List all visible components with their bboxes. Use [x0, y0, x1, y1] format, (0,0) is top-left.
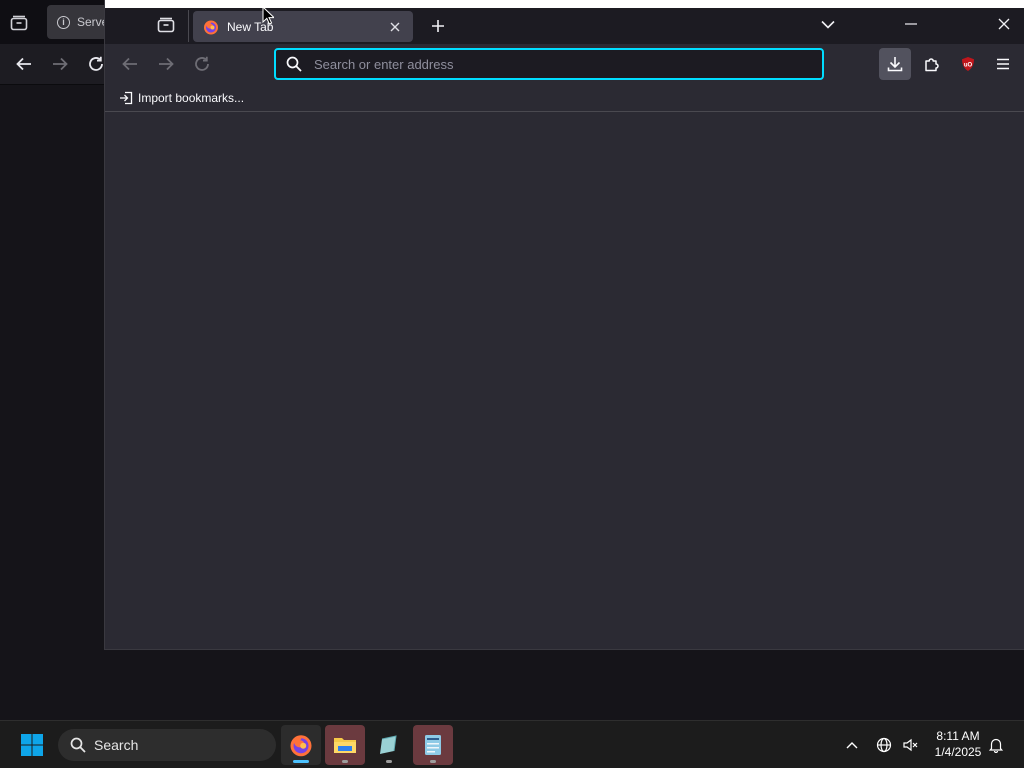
downloads-button[interactable] — [879, 48, 911, 80]
close-window-icon[interactable] — [993, 13, 1015, 35]
tab-groups-icon[interactable] — [154, 13, 178, 37]
windows-taskbar: Search 8:11 AM 1/4/2025 — [0, 720, 1024, 768]
import-bookmarks-button[interactable]: Import bookmarks... — [119, 88, 244, 108]
taskbar-dev-app[interactable] — [369, 725, 409, 765]
forward-arrow-icon[interactable] — [48, 52, 72, 76]
address-bar[interactable] — [274, 48, 824, 80]
info-icon: i — [57, 15, 70, 29]
system-clock[interactable]: 8:11 AM 1/4/2025 — [928, 728, 988, 760]
mouse-cursor-icon — [262, 6, 276, 26]
new-tab-plus-icon[interactable] — [425, 13, 451, 39]
running-app-indicator — [430, 760, 436, 763]
search-icon — [286, 56, 302, 72]
active-app-indicator — [293, 760, 309, 763]
import-icon — [119, 91, 133, 105]
back-arrow-icon[interactable] — [118, 52, 142, 76]
firefox-icon — [290, 735, 312, 757]
close-tab-icon[interactable] — [387, 19, 403, 35]
show-hidden-icons-chevron-icon[interactable] — [840, 733, 864, 757]
tab-separator — [188, 10, 189, 42]
bookmarks-toolbar: Import bookmarks... — [105, 84, 1024, 112]
reload-icon[interactable] — [190, 52, 214, 76]
tab-new-tab[interactable]: New Tab — [193, 11, 413, 42]
taskbar-search-label: Search — [94, 737, 139, 753]
foreground-browser-window: New Tab Search or enter address uO Impor… — [104, 0, 1024, 650]
tab-title: New Tab — [227, 19, 274, 34]
folder-icon — [334, 738, 356, 753]
forward-arrow-icon[interactable] — [154, 52, 178, 76]
volume-muted-icon[interactable] — [898, 733, 922, 757]
import-bookmarks-label: Import bookmarks... — [138, 91, 245, 105]
app-tile-icon — [380, 735, 397, 754]
minimize-icon[interactable] — [900, 13, 922, 35]
back-arrow-icon[interactable] — [12, 52, 36, 76]
ublock-origin-icon[interactable]: uO — [954, 50, 982, 78]
search-icon — [70, 737, 86, 753]
new-tab-page-content — [105, 113, 1024, 649]
svg-text:uO: uO — [964, 63, 973, 69]
extensions-puzzle-icon[interactable] — [918, 50, 946, 78]
taskbar-search-box[interactable]: Search — [58, 729, 276, 761]
tab-groups-icon[interactable] — [8, 12, 30, 34]
taskbar-firefox-app[interactable] — [281, 725, 321, 765]
network-globe-icon[interactable] — [872, 733, 896, 757]
list-all-tabs-chevron-icon[interactable] — [817, 13, 839, 35]
hamburger-menu-icon[interactable] — [989, 50, 1017, 78]
clock-time: 8:11 AM — [936, 729, 980, 743]
clock-date: 1/4/2025 — [934, 745, 982, 759]
notifications-bell-icon[interactable] — [984, 733, 1008, 757]
window-top-edge — [105, 0, 1024, 8]
running-app-indicator — [342, 760, 348, 763]
start-windows-icon[interactable] — [14, 727, 50, 763]
download-icon — [887, 57, 903, 72]
taskbar-file-explorer-app[interactable] — [325, 725, 365, 765]
tab-bar: New Tab — [105, 8, 1024, 44]
firefox-favicon-icon — [203, 19, 219, 35]
taskbar-notepad-app[interactable] — [413, 725, 453, 765]
address-input[interactable] — [314, 56, 794, 72]
nav-toolbar: uO — [105, 44, 1024, 84]
running-app-indicator — [386, 760, 392, 763]
notepad-icon — [425, 735, 441, 755]
